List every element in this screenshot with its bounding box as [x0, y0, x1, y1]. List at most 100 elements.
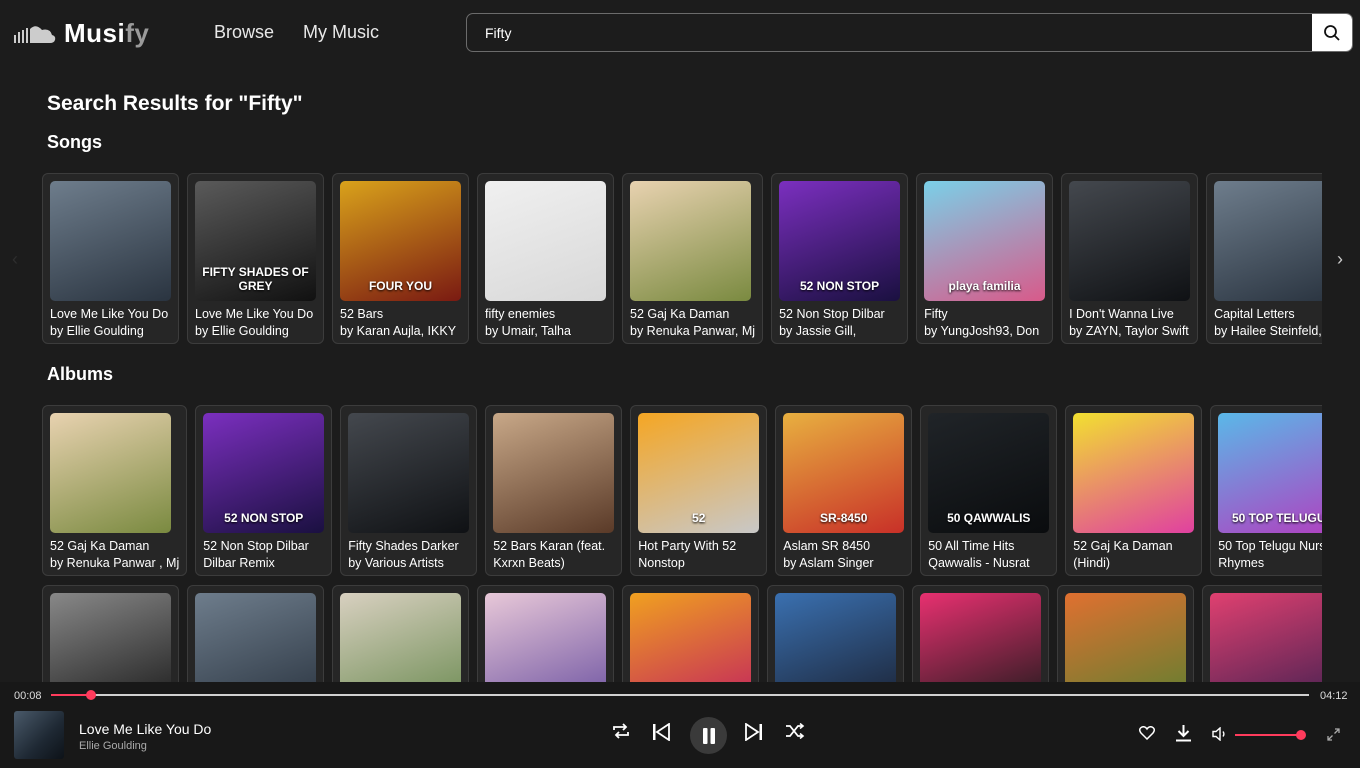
song-title[interactable]: 52 Bars	[340, 307, 461, 321]
album-card[interactable]	[767, 585, 904, 682]
album-card[interactable]: 52 Gaj Ka Daman by Renuka Panwar , Mj	[42, 405, 188, 576]
progress-bar[interactable]	[51, 690, 1309, 700]
song-card[interactable]: Capital Letters by Hailee Steinfeld,	[1206, 173, 1322, 344]
search-input[interactable]	[467, 14, 1312, 51]
song-artwork[interactable]	[485, 181, 606, 301]
album-artwork[interactable]	[775, 593, 896, 682]
volume-button[interactable]	[1212, 727, 1228, 741]
song-title[interactable]: Fifty	[924, 307, 1045, 321]
volume-slider[interactable]	[1235, 734, 1301, 736]
album-card[interactable]: 50 TOP TELUGU 50 Top Telugu Nursery Rhymes	[1210, 405, 1322, 576]
main-nav: Browse My Music	[214, 22, 379, 43]
album-title[interactable]: Hot Party With 52	[638, 539, 759, 553]
album-title[interactable]: 52 Non Stop Dilbar	[203, 539, 324, 553]
album-title[interactable]: Aslam SR 8450	[783, 539, 904, 553]
song-title[interactable]: 52 Gaj Ka Daman	[630, 307, 755, 321]
like-button[interactable]	[1139, 726, 1155, 740]
album-artwork[interactable]	[630, 593, 751, 682]
pause-button[interactable]	[690, 717, 727, 754]
song-title[interactable]: 52 Non Stop Dilbar	[779, 307, 900, 321]
song-artwork[interactable]: FIFTY SHADES OF GREY	[195, 181, 316, 301]
artwork-text: 50 TOP TELUGU	[1231, 511, 1322, 525]
album-card[interactable]	[912, 585, 1049, 682]
album-card[interactable]	[187, 585, 324, 682]
now-playing-title[interactable]: Love Me Like You Do	[79, 721, 211, 737]
song-artwork[interactable]	[1214, 181, 1322, 301]
album-card[interactable]: Fifty Shades Darker by Various Artists	[340, 405, 478, 576]
player-bar: 00:08 04:12 Love Me Like You Do Ellie Go…	[0, 682, 1360, 768]
album-title[interactable]: 52 Gaj Ka Daman	[50, 539, 179, 553]
album-title[interactable]: 50 All Time Hits	[928, 539, 1049, 553]
song-artwork[interactable]: FOUR YOU	[340, 181, 461, 301]
progress-knob[interactable]	[86, 690, 97, 700]
album-card[interactable]: 52 Gaj Ka Daman (Hindi)	[1065, 405, 1203, 576]
song-title[interactable]: Love Me Like You Do	[195, 307, 316, 321]
duration: 04:12	[1320, 690, 1348, 702]
album-title[interactable]: Fifty Shades Darker	[348, 539, 469, 553]
song-title[interactable]: Capital Letters	[1214, 307, 1322, 321]
album-title[interactable]: 50 Top Telugu Nursery	[1218, 539, 1322, 553]
album-card[interactable]	[332, 585, 469, 682]
song-card[interactable]: FOUR YOU 52 Bars by Karan Aujla, IKKY	[332, 173, 469, 344]
album-card[interactable]: 52 Bars Karan (feat. Kxrxn Beats)	[485, 405, 623, 576]
album-artwork[interactable]	[920, 593, 1041, 682]
album-card[interactable]: SR-8450 Aslam SR 8450 by Aslam Singer	[775, 405, 913, 576]
fullscreen-button[interactable]	[1327, 728, 1340, 741]
album-artwork[interactable]: 52 NON STOP	[203, 413, 325, 533]
song-artwork[interactable]: 52 NON STOP	[779, 181, 901, 301]
now-playing-art[interactable]	[14, 711, 64, 759]
song-title[interactable]: Love Me Like You Do	[50, 307, 171, 321]
song-title[interactable]: I Don't Wanna Live	[1069, 307, 1190, 321]
album-artwork[interactable]	[1210, 593, 1322, 682]
search-bar	[466, 13, 1353, 52]
album-title[interactable]: 52 Gaj Ka Daman	[1073, 539, 1194, 553]
album-artwork[interactable]	[485, 593, 606, 682]
logo[interactable]: Musify	[14, 18, 149, 49]
album-card[interactable]	[1057, 585, 1194, 682]
album-artwork[interactable]	[1073, 413, 1195, 533]
album-title[interactable]: 52 Bars Karan (feat.	[493, 539, 614, 553]
album-artwork[interactable]	[1065, 593, 1186, 682]
song-title[interactable]: fifty enemies	[485, 307, 606, 321]
previous-button[interactable]	[652, 723, 670, 741]
album-card[interactable]	[1202, 585, 1322, 682]
song-artwork[interactable]	[1069, 181, 1191, 301]
now-playing-artist[interactable]: Ellie Goulding	[79, 740, 147, 752]
next-button[interactable]	[745, 723, 763, 741]
album-artwork[interactable]	[50, 593, 171, 682]
nav-my-music[interactable]: My Music	[303, 22, 379, 43]
song-artwork[interactable]	[50, 181, 171, 301]
album-artwork[interactable]	[195, 593, 316, 682]
song-card[interactable]: 52 NON STOP 52 Non Stop Dilbar by Jassie G…	[771, 173, 909, 344]
album-artwork[interactable]: 50 TOP TELUGU	[1218, 413, 1322, 533]
song-card[interactable]: Love Me Like You Do by Ellie Goulding	[42, 173, 179, 344]
album-artwork[interactable]: 52	[638, 413, 760, 533]
album-artwork[interactable]	[50, 413, 171, 533]
scroll-left-icon[interactable]: ‹	[12, 249, 18, 270]
album-card[interactable]	[622, 585, 759, 682]
scroll-right-icon[interactable]: ›	[1337, 249, 1343, 270]
shuffle-button[interactable]	[785, 723, 805, 739]
album-artwork[interactable]	[340, 593, 461, 682]
repeat-button[interactable]	[611, 723, 631, 739]
nav-browse[interactable]: Browse	[214, 22, 274, 43]
download-button[interactable]	[1176, 725, 1191, 742]
song-card[interactable]: FIFTY SHADES OF GREY Love Me Like You Do b…	[187, 173, 324, 344]
album-card[interactable]: 52 NON STOP 52 Non Stop Dilbar Dilbar Remi…	[195, 405, 333, 576]
album-artwork[interactable]: 50 QAWWALIS	[928, 413, 1050, 533]
song-card[interactable]: fifty enemies by Umair, Talha	[477, 173, 614, 344]
song-card[interactable]: I Don't Wanna Live by ZAYN, Taylor Swift	[1061, 173, 1199, 344]
album-artwork[interactable]	[348, 413, 470, 533]
album-card[interactable]: 52 Hot Party With 52 Nonstop	[630, 405, 768, 576]
album-artwork[interactable]: SR-8450	[783, 413, 905, 533]
album-card[interactable]: 50 QAWWALIS 50 All Time Hits Qawwalis - Nu…	[920, 405, 1058, 576]
album-card[interactable]	[477, 585, 614, 682]
song-card[interactable]: 52 Gaj Ka Daman by Renuka Panwar, Mj	[622, 173, 764, 344]
album-card[interactable]	[42, 585, 179, 682]
song-artwork[interactable]	[630, 181, 751, 301]
search-button[interactable]	[1312, 14, 1352, 51]
song-artwork[interactable]: playa familia	[924, 181, 1046, 301]
album-artwork[interactable]	[493, 413, 615, 533]
song-card[interactable]: playa familia Fifty by YungJosh93, Don	[916, 173, 1054, 344]
volume-knob[interactable]	[1296, 730, 1306, 740]
